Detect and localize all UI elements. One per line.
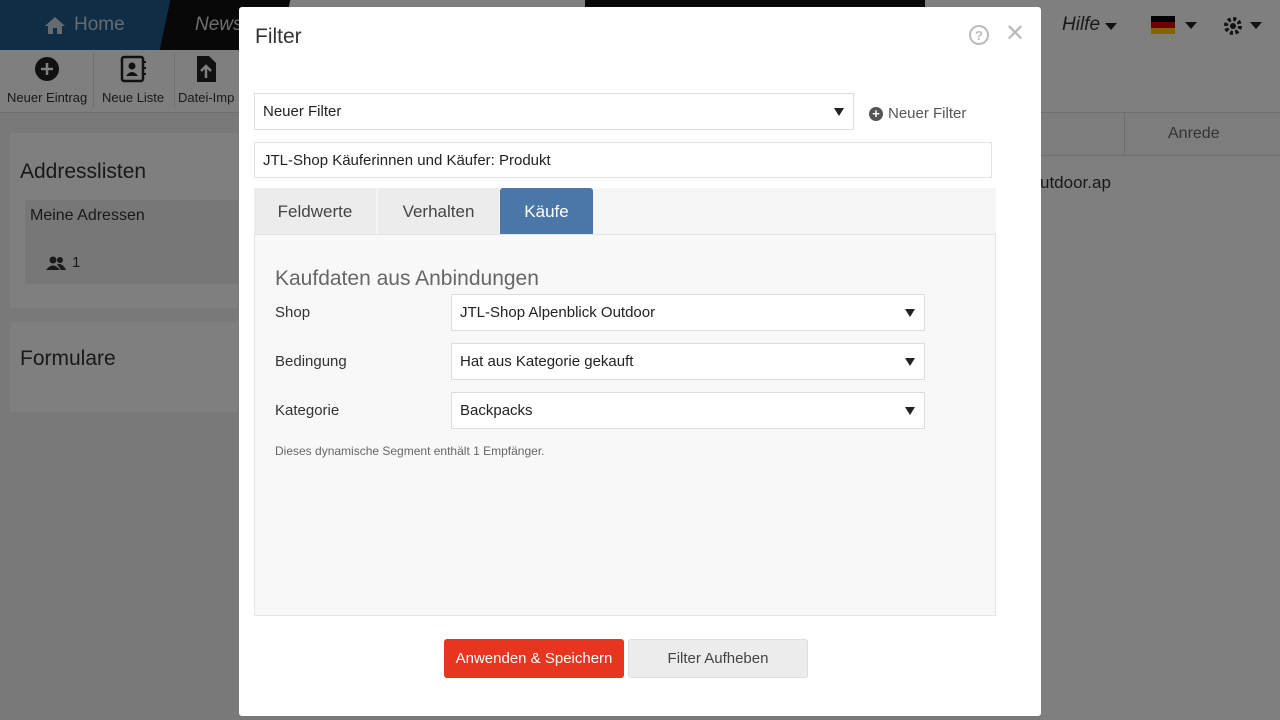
- shop-select[interactable]: JTL-Shop Alpenblick Outdoor: [451, 294, 925, 331]
- modal-title: Filter: [255, 25, 302, 48]
- help-icon[interactable]: ?: [969, 25, 989, 45]
- tab-feldwerte[interactable]: Feldwerte: [254, 188, 376, 235]
- caret-down-icon: [905, 357, 915, 366]
- tab-label: Verhalten: [402, 201, 475, 221]
- caret-down-icon: [905, 406, 915, 415]
- shop-select-value: JTL-Shop Alpenblick Outdoor: [460, 304, 656, 321]
- close-icon[interactable]: ✕: [1005, 22, 1025, 46]
- caret-down-icon: [834, 107, 844, 116]
- tab-label: Käufe: [524, 201, 569, 221]
- section-title: Kaufdaten aus Anbindungen: [275, 267, 539, 290]
- shop-label: Shop: [275, 304, 311, 321]
- segment-info-text: Dieses dynamische Segment enthält 1 Empf…: [275, 444, 545, 458]
- category-label: Kategorie: [275, 402, 340, 419]
- clear-filter-button[interactable]: Filter Aufheben: [628, 639, 808, 678]
- filter-modal: Filter ? ✕ Neuer Filter + Neuer Filter J…: [239, 7, 1041, 716]
- caret-down-icon: [905, 308, 915, 317]
- condition-label: Bedingung: [275, 353, 347, 370]
- new-filter-button[interactable]: + Neuer Filter: [869, 105, 966, 122]
- plus-circle-icon: +: [869, 106, 883, 121]
- category-select[interactable]: Backpacks: [451, 392, 925, 429]
- filter-select-value: Neuer Filter: [263, 103, 342, 120]
- apply-save-button[interactable]: Anwenden & Speichern: [444, 639, 624, 678]
- condition-select[interactable]: Hat aus Kategorie gekauft: [451, 343, 925, 380]
- new-filter-label: Neuer Filter: [888, 105, 967, 122]
- tab-label: Feldwerte: [277, 201, 353, 221]
- filter-select[interactable]: Neuer Filter: [254, 93, 854, 130]
- filter-name-value: JTL-Shop Käuferinnen und Käufer: Produkt: [263, 151, 551, 169]
- tab-verhalten[interactable]: Verhalten: [378, 188, 499, 235]
- tab-kaeufe[interactable]: Käufe: [500, 188, 593, 235]
- filter-name-input[interactable]: JTL-Shop Käuferinnen und Käufer: Produkt: [254, 142, 992, 178]
- condition-select-value: Hat aus Kategorie gekauft: [460, 353, 634, 370]
- category-select-value: Backpacks: [460, 402, 533, 419]
